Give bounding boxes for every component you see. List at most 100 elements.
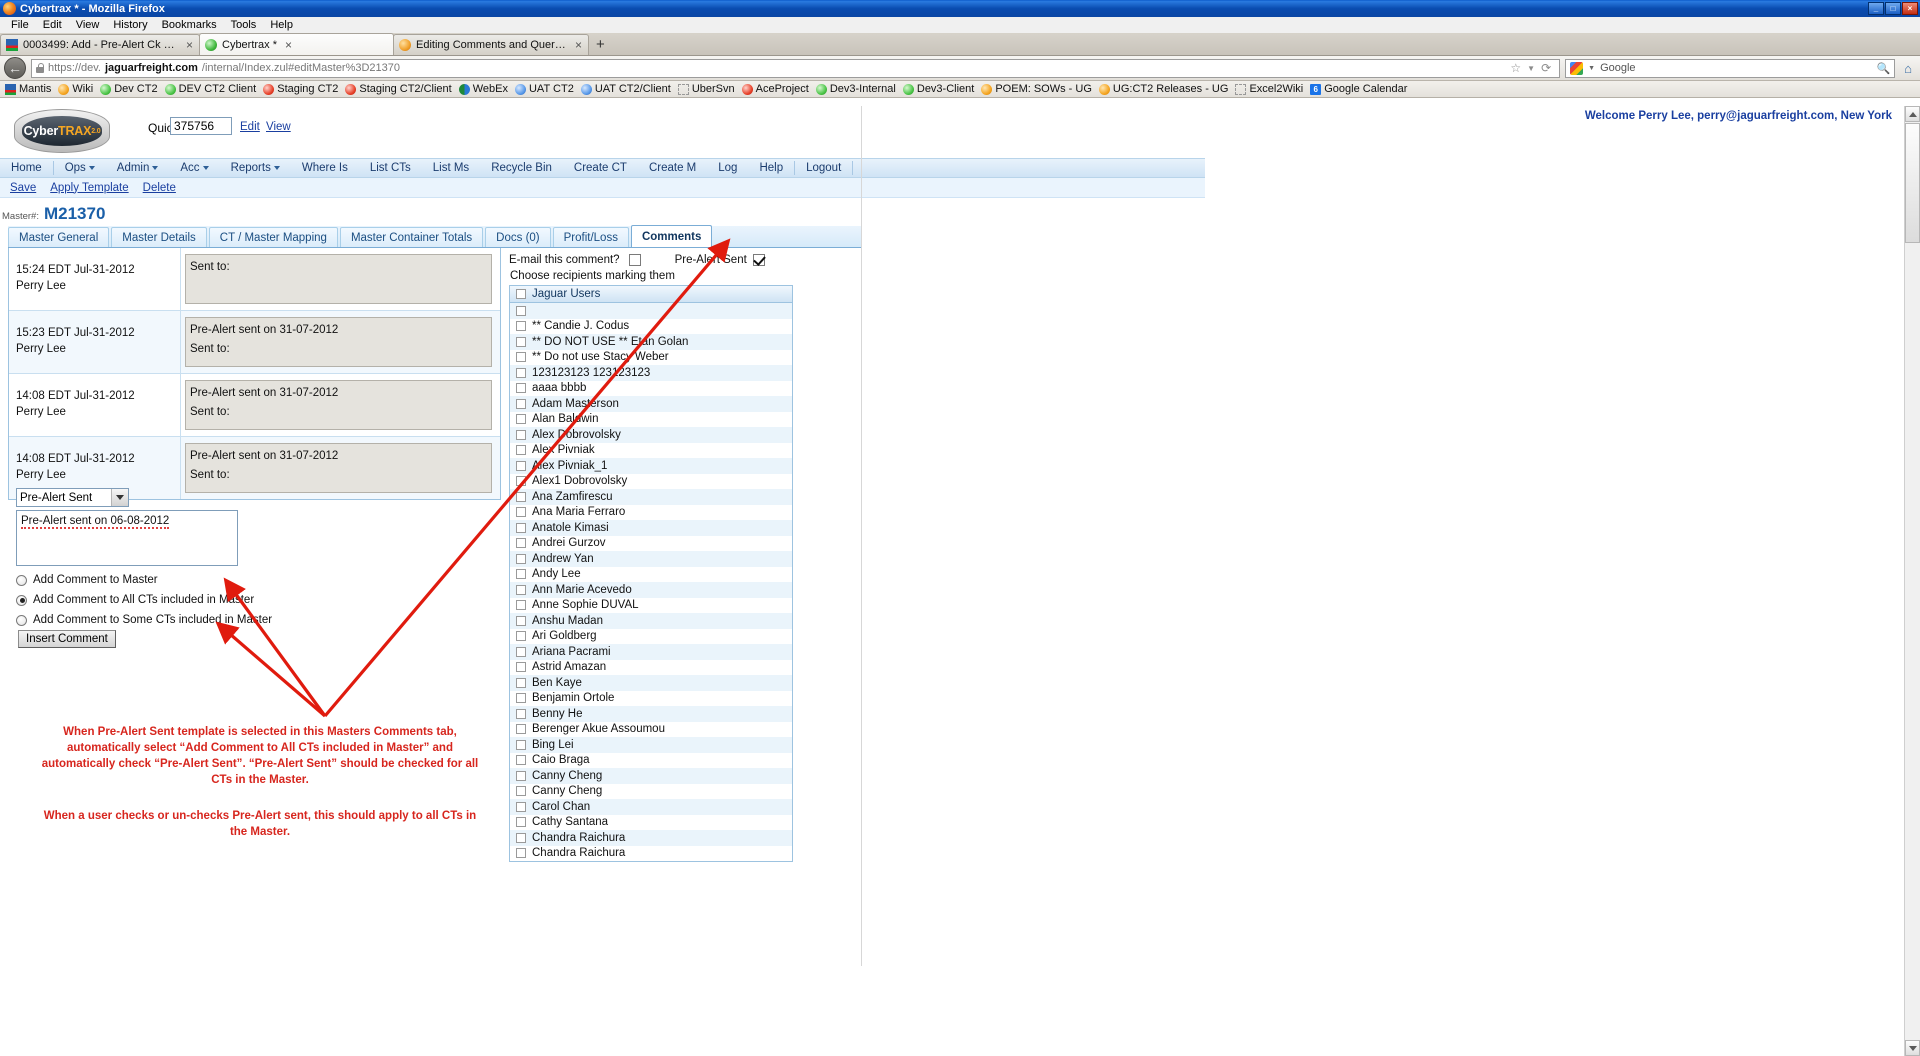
close-button[interactable]: ×	[1902, 2, 1918, 15]
recipient-checkbox[interactable]	[516, 305, 526, 316]
recipient-row[interactable]: Anne Sophie DUVAL	[510, 598, 792, 614]
recipient-checkbox[interactable]	[516, 476, 526, 487]
tab-profit-loss[interactable]: Profit/Loss	[552, 227, 629, 247]
comment-text-box[interactable]: Pre-Alert sent on 31-07-2012 Sent to:	[185, 380, 492, 430]
nav-item-ops[interactable]: Ops	[54, 159, 106, 177]
recipient-checkbox[interactable]	[516, 522, 526, 533]
template-select[interactable]: Pre-Alert Sent	[16, 488, 129, 507]
search-bar[interactable]: ▼ Google 🔍	[1565, 58, 1896, 78]
recipient-row[interactable]: Ariana Pacrami	[510, 644, 792, 660]
recipient-checkbox[interactable]	[516, 631, 526, 642]
comment-row[interactable]: 15:23 EDT Jul-31-2012 Perry Lee Pre-Alert …	[9, 311, 500, 374]
recipients-group-header[interactable]: Jaguar Users	[510, 286, 792, 303]
radio-button[interactable]	[16, 594, 27, 606]
bookmark-item[interactable]: UAT CT2/Client	[579, 83, 676, 95]
page-scrollbar[interactable]	[1904, 106, 1920, 1056]
recipient-checkbox[interactable]	[516, 662, 526, 673]
scroll-up-button[interactable]	[1905, 106, 1920, 122]
nav-item-acc[interactable]: Acc	[169, 159, 219, 177]
recipient-checkbox[interactable]	[516, 615, 526, 626]
search-input[interactable]: Google	[1600, 62, 1635, 74]
tab-close-icon[interactable]: ×	[575, 38, 582, 52]
prealert-sent-checkbox[interactable]	[752, 253, 765, 266]
recipient-row[interactable]: Canny Cheng	[510, 784, 792, 800]
bookmark-item[interactable]: UAT CT2	[513, 83, 579, 95]
recipient-checkbox[interactable]	[516, 832, 526, 843]
bookmark-item[interactable]: WebEx	[457, 83, 513, 95]
scrollbar-thumb[interactable]	[1905, 123, 1920, 243]
recipient-checkbox[interactable]	[516, 553, 526, 564]
recipient-checkbox[interactable]	[516, 755, 526, 766]
comment-row[interactable]: 14:08 EDT Jul-31-2012 Perry Lee Pre-Alert …	[9, 374, 500, 437]
quicklink-input[interactable]	[170, 117, 232, 135]
bookmark-item[interactable]: Excel2Wiki	[1233, 83, 1308, 95]
nav-item-list-cts[interactable]: List CTs	[359, 159, 422, 177]
recipient-checkbox[interactable]	[516, 414, 526, 425]
radio-button[interactable]	[16, 574, 27, 586]
comment-text-box[interactable]: Pre-Alert sent on 31-07-2012 Sent to:	[185, 317, 492, 367]
recipient-checkbox[interactable]	[516, 569, 526, 580]
recipient-row[interactable]: Andrei Gurzov	[510, 536, 792, 552]
recipient-row[interactable]: Chandra Raichura	[510, 846, 792, 862]
recipient-checkbox[interactable]	[516, 677, 526, 688]
tab-master-container-totals[interactable]: Master Container Totals	[339, 227, 484, 247]
bookmark-item[interactable]: AceProject	[740, 83, 814, 95]
recipient-row[interactable]: Ann Marie Acevedo	[510, 582, 792, 598]
recipient-checkbox[interactable]	[516, 538, 526, 549]
recipient-row[interactable]: Carol Chan	[510, 799, 792, 815]
browser-tab-cybertrax[interactable]: Cybertrax * ×	[199, 33, 394, 55]
recipient-checkbox[interactable]	[516, 321, 526, 332]
recipient-row[interactable]: Cathy Santana	[510, 815, 792, 831]
bookmark-item[interactable]: UG:CT2 Releases - UG	[1097, 83, 1234, 95]
save-link[interactable]: Save	[10, 182, 36, 194]
recipient-row[interactable]: Anshu Madan	[510, 613, 792, 629]
recipient-checkbox[interactable]	[516, 708, 526, 719]
tab-close-icon[interactable]: ×	[285, 38, 292, 52]
recipient-row[interactable]: Andrew Yan	[510, 551, 792, 567]
recipient-checkbox[interactable]	[516, 398, 526, 409]
radio-add-comment-to-all-cts-included-in-master[interactable]: Add Comment to All CTs included in Maste…	[16, 590, 272, 610]
comment-text-box[interactable]: Pre-Alert sent on 31-07-2012 Sent to:	[185, 443, 492, 493]
recipient-checkbox[interactable]	[516, 646, 526, 657]
url-bar[interactable]: https://dev. jaguarfreight.com/internal/I…	[31, 58, 1561, 78]
menu-history[interactable]: History	[106, 18, 154, 32]
bookmark-item[interactable]: 6 Google Calendar	[1308, 83, 1412, 95]
recipient-checkbox[interactable]	[516, 770, 526, 781]
recipient-checkbox[interactable]	[516, 584, 526, 595]
tab-comments[interactable]: Comments	[630, 225, 713, 247]
recipient-row[interactable]: aaaa bbbb	[510, 381, 792, 397]
quicklink-view-link[interactable]: View	[266, 121, 291, 133]
bookmark-star-icon[interactable]: ☆	[1510, 61, 1521, 75]
nav-item-where-is[interactable]: Where Is	[291, 159, 359, 177]
menu-tools[interactable]: Tools	[224, 18, 264, 32]
insert-comment-button[interactable]: Insert Comment	[18, 630, 116, 648]
recipient-row[interactable]	[510, 303, 792, 319]
recipient-checkbox[interactable]	[516, 600, 526, 611]
bookmark-item[interactable]: Staging CT2	[261, 83, 343, 95]
nav-item-create-m[interactable]: Create M	[638, 159, 707, 177]
recipient-checkbox[interactable]	[516, 848, 526, 859]
recipient-row[interactable]: Ana Zamfirescu	[510, 489, 792, 505]
recipient-row[interactable]: Adam Masterson	[510, 396, 792, 412]
bookmark-item[interactable]: POEM: SOWs - UG	[979, 83, 1097, 95]
bookmark-item[interactable]: Dev CT2	[98, 83, 162, 95]
recipient-checkbox[interactable]	[516, 336, 526, 347]
back-button[interactable]: ←	[4, 57, 26, 79]
nav-item-logout[interactable]: Logout	[795, 159, 852, 177]
menu-view[interactable]: View	[69, 18, 107, 32]
bookmark-item[interactable]: Staging CT2/Client	[343, 83, 456, 95]
apply-template-link[interactable]: Apply Template	[50, 182, 128, 194]
recipient-row[interactable]: Chandra Raichura	[510, 830, 792, 846]
tab-master-details[interactable]: Master Details	[111, 227, 207, 247]
recipient-row[interactable]: Alex1 Dobrovolsky	[510, 474, 792, 490]
bookmark-item[interactable]: Mantis	[3, 83, 56, 95]
recipient-checkbox[interactable]	[516, 367, 526, 378]
recipient-checkbox[interactable]	[516, 801, 526, 812]
email-comment-checkbox[interactable]	[628, 253, 641, 266]
recipient-row[interactable]: Ana Maria Ferraro	[510, 505, 792, 521]
recipient-row[interactable]: Andy Lee	[510, 567, 792, 583]
recipient-row[interactable]: Ben Kaye	[510, 675, 792, 691]
nav-item-log[interactable]: Log	[707, 159, 748, 177]
nav-item-help[interactable]: Help	[748, 159, 794, 177]
recipient-checkbox[interactable]	[516, 383, 526, 394]
